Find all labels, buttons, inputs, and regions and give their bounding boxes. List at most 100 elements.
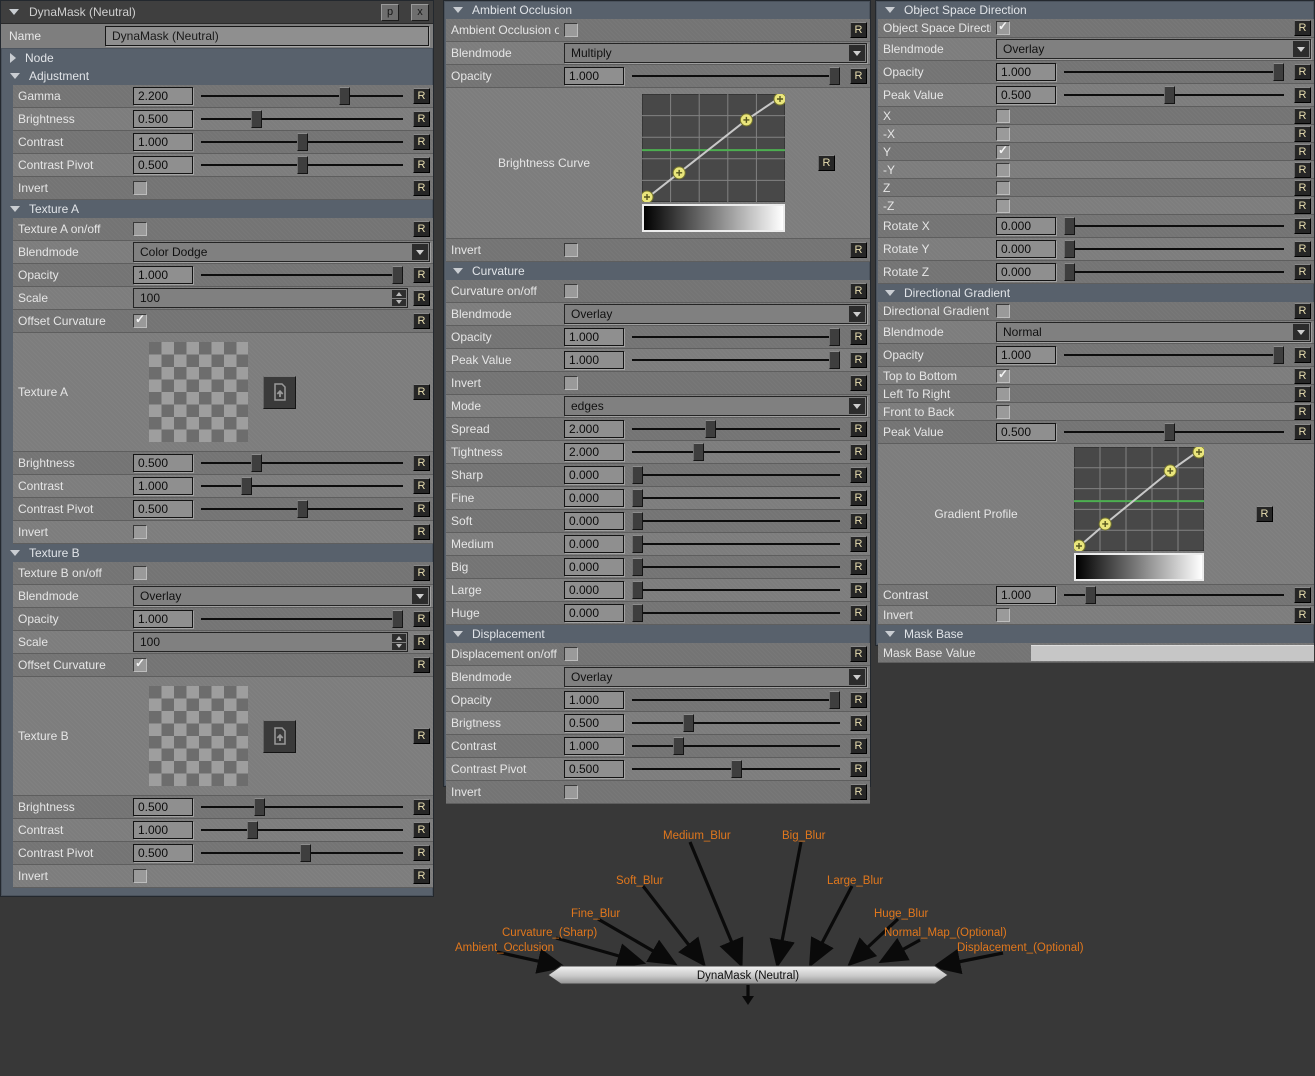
rotate-z-slider[interactable] xyxy=(1064,263,1284,281)
section-header-texture-b[interactable]: Texture B xyxy=(1,544,433,562)
import-texture-button[interactable] xyxy=(263,376,296,409)
dropdown-arrow-icon[interactable] xyxy=(1293,324,1309,340)
slider-thumb[interactable] xyxy=(1064,217,1075,235)
opacity-value-field[interactable]: 1.000 xyxy=(996,63,1056,81)
brightness-curve-curve-editor[interactable] xyxy=(642,94,785,232)
section-header-node[interactable]: Node xyxy=(1,49,433,67)
reset-button[interactable]: R xyxy=(850,242,867,258)
brigtness-slider[interactable] xyxy=(632,714,840,732)
reset-button[interactable]: R xyxy=(413,565,430,581)
slider-thumb[interactable] xyxy=(632,489,643,507)
dropdown-arrow-icon[interactable] xyxy=(849,45,865,61)
name-input[interactable]: DynaMask (Neutral) xyxy=(105,26,429,46)
section-header-mask-base[interactable]: Mask Base xyxy=(876,625,1314,643)
reset-button[interactable]: R xyxy=(1294,347,1311,363)
reset-button[interactable]: R xyxy=(413,88,430,104)
reset-button[interactable]: R xyxy=(850,467,867,483)
slider-thumb[interactable] xyxy=(683,714,694,732)
opacity-slider[interactable] xyxy=(632,691,840,709)
peak-value-value-field[interactable]: 0.500 xyxy=(996,423,1056,441)
blendmode-dropdown[interactable]: Normal xyxy=(996,322,1311,342)
section-expanded-icon[interactable] xyxy=(453,268,463,274)
brigtness-value-field[interactable]: 0.500 xyxy=(564,714,624,732)
rotate-z-value-field[interactable]: 0.000 xyxy=(996,263,1056,281)
input-connection-displacement-optional[interactable] xyxy=(938,953,1003,966)
reset-button[interactable]: R xyxy=(850,375,867,391)
reset-button[interactable]: R xyxy=(413,799,430,815)
slider-thumb[interactable] xyxy=(829,691,840,709)
section-header-object-space-direction[interactable]: Object Space Direction xyxy=(876,1,1314,19)
section-header-ambient-occlusion[interactable]: Ambient Occlusion xyxy=(444,1,870,19)
reset-button[interactable]: R xyxy=(1294,198,1311,214)
reset-button[interactable]: R xyxy=(850,490,867,506)
opacity-slider[interactable] xyxy=(201,266,403,284)
contrast-pivot-slider[interactable] xyxy=(632,760,840,778)
opacity-value-field[interactable]: 1.000 xyxy=(996,346,1056,364)
reset-button[interactable]: R xyxy=(413,313,430,329)
slider-thumb[interactable] xyxy=(705,420,716,438)
peak-value-value-field[interactable]: 1.000 xyxy=(564,351,624,369)
spinner-down-icon[interactable] xyxy=(392,643,406,651)
slider-thumb[interactable] xyxy=(1064,240,1075,258)
reset-button[interactable]: R xyxy=(850,738,867,754)
reset-button[interactable]: R xyxy=(850,646,867,662)
opacity-value-field[interactable]: 1.000 xyxy=(564,328,624,346)
reset-button[interactable]: R xyxy=(850,352,867,368)
texture-a-thumbnail[interactable] xyxy=(149,342,248,442)
slider-thumb[interactable] xyxy=(297,156,308,174)
peak-value-slider[interactable] xyxy=(1064,423,1284,441)
invert-checkbox[interactable] xyxy=(133,525,147,539)
slider-thumb[interactable] xyxy=(673,737,684,755)
opacity-value-field[interactable]: 1.000 xyxy=(133,610,193,628)
input-label-medium-blur[interactable]: Medium_Blur xyxy=(663,830,731,842)
reset-button[interactable]: R xyxy=(1294,218,1311,234)
slider-thumb[interactable] xyxy=(1164,86,1175,104)
section-header-curvature[interactable]: Curvature xyxy=(444,262,870,280)
reset-button[interactable]: R xyxy=(413,657,430,673)
slider-thumb[interactable] xyxy=(1164,423,1175,441)
ambient-occlusion-on-off-checkbox[interactable] xyxy=(564,23,578,37)
peak-value-slider[interactable] xyxy=(1064,86,1284,104)
brightness-value-field[interactable]: 0.500 xyxy=(133,798,193,816)
section-expanded-icon[interactable] xyxy=(10,206,20,212)
gradient-profile-curve-editor[interactable] xyxy=(1074,447,1204,581)
top-to-bottom-checkbox[interactable] xyxy=(996,369,1010,383)
x-checkbox[interactable] xyxy=(996,127,1010,141)
dropdown-arrow-icon[interactable] xyxy=(849,669,865,685)
section-expanded-icon[interactable] xyxy=(453,7,463,13)
dropdown-arrow-icon[interactable] xyxy=(412,244,428,260)
large-value-field[interactable]: 0.000 xyxy=(564,581,624,599)
slider-thumb[interactable] xyxy=(632,558,643,576)
slider-thumb[interactable] xyxy=(392,610,403,628)
opacity-value-field[interactable]: 1.000 xyxy=(133,266,193,284)
slider-thumb[interactable] xyxy=(297,500,308,518)
contrast-pivot-slider[interactable] xyxy=(201,500,403,518)
invert-checkbox[interactable] xyxy=(564,243,578,257)
gamma-slider[interactable] xyxy=(201,87,403,105)
huge-slider[interactable] xyxy=(632,604,840,622)
blendmode-dropdown[interactable]: Overlay xyxy=(996,39,1311,59)
z-checkbox[interactable] xyxy=(996,181,1010,195)
section-expanded-icon[interactable] xyxy=(885,290,895,296)
panel-titlebar[interactable]: DynaMask (Neutral) p x xyxy=(1,1,433,24)
slider-thumb[interactable] xyxy=(1085,586,1096,604)
object-space-direction-on-off-checkbox[interactable] xyxy=(996,21,1010,35)
reset-button[interactable]: R xyxy=(850,784,867,800)
reset-button[interactable]: R xyxy=(413,611,430,627)
blendmode-dropdown[interactable]: Multiply xyxy=(564,43,867,63)
gamma-value-field[interactable]: 2.200 xyxy=(133,87,193,105)
brightness-slider[interactable] xyxy=(201,110,403,128)
import-texture-button[interactable] xyxy=(263,720,296,753)
scale-spinner-field[interactable]: 100 xyxy=(133,632,408,652)
contrast-value-field[interactable]: 1.000 xyxy=(996,586,1056,604)
fine-slider[interactable] xyxy=(632,489,840,507)
texture-b-on-off-checkbox[interactable] xyxy=(133,566,147,580)
reset-button[interactable]: R xyxy=(1294,587,1311,603)
slider-thumb[interactable] xyxy=(632,512,643,530)
y-checkbox[interactable] xyxy=(996,145,1010,159)
input-label-soft-blur[interactable]: Soft_Blur xyxy=(616,875,663,887)
reset-button[interactable]: R xyxy=(413,290,430,306)
slider-thumb[interactable] xyxy=(1273,346,1284,364)
opacity-slider[interactable] xyxy=(1064,346,1284,364)
reset-button[interactable]: R xyxy=(413,524,430,540)
